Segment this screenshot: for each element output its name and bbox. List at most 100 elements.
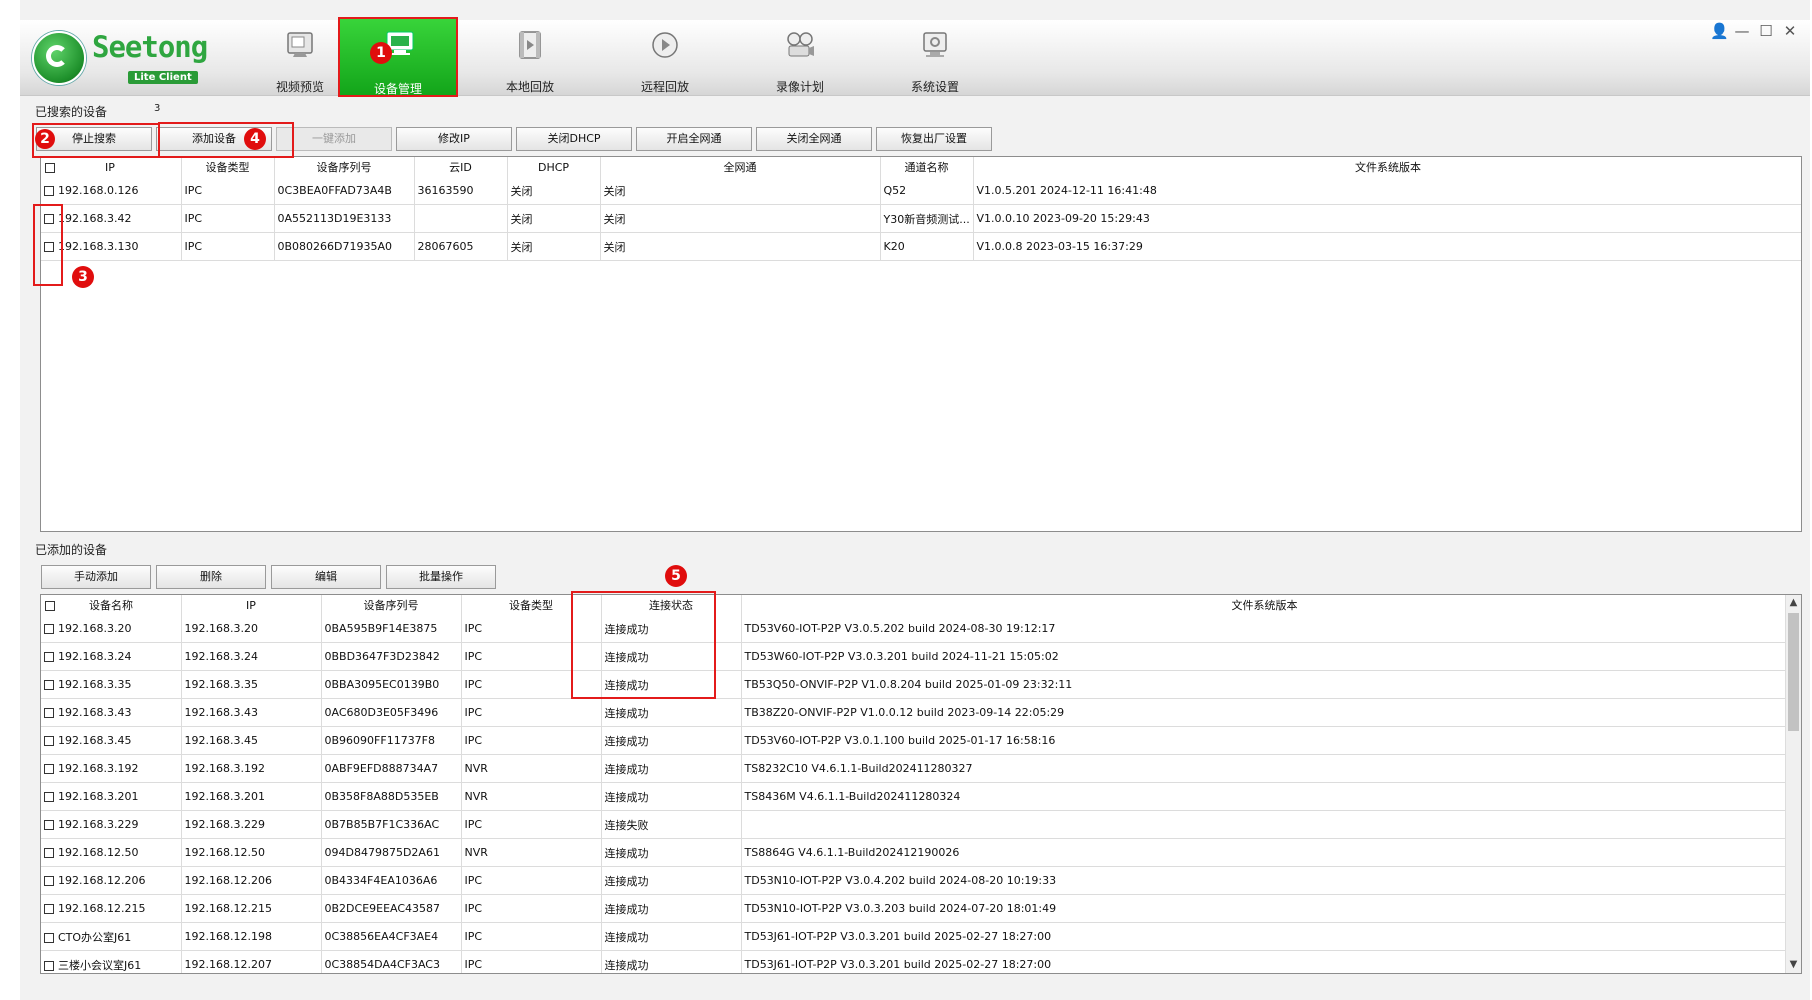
column-header-device-type[interactable]: 设备类型 [181,157,275,177]
column-header-all-network[interactable]: 全网通 [600,157,881,177]
maximize-icon[interactable]: ☐ [1758,22,1774,40]
row-checkbox[interactable] [44,764,54,774]
video-preview-icon [284,30,316,60]
table-header-row: 设备名称 IP 设备序列号 设备类型 连接状态 文件系统版本 [41,595,1789,615]
column-header-serial[interactable]: 设备序列号 [321,595,462,615]
table-row[interactable]: 192.168.3.43 192.168.3.43 0AC680D3E05F3496… [41,698,1789,727]
column-header-ip[interactable]: IP [41,157,182,177]
row-checkbox[interactable] [44,848,54,858]
row-checkbox[interactable] [44,904,54,914]
column-header-ip[interactable]: IP [181,595,322,615]
column-header-firmware[interactable]: 文件系统版本 [973,157,1801,177]
table-row[interactable]: 192.168.3.201 192.168.3.201 0B358F8A88D535… [41,782,1789,811]
scroll-up-icon[interactable]: ▲ [1786,595,1801,611]
table-cell: 0B080266D71935A0 [274,232,415,261]
column-header-serial[interactable]: 设备序列号 [274,157,415,177]
row-checkbox[interactable] [44,932,54,943]
table-cell: TD53V60-IOT-P2P V3.0.5.202 build 2024-08… [741,615,1789,643]
disable-all-network-button[interactable]: 关闭全网通 [756,127,872,151]
column-header-device-type[interactable]: 设备类型 [461,595,602,615]
close-icon[interactable]: ✕ [1782,22,1798,40]
manual-add-button[interactable]: 手动添加 [41,565,151,589]
row-checkbox[interactable] [44,680,54,690]
table-cell: 0AC680D3E05F3496 [321,698,462,727]
row-checkbox[interactable] [44,624,54,634]
minimize-icon[interactable]: — [1734,22,1750,40]
table-row[interactable]: 三楼小会议室J61 192.168.12.207 0C38854DA4CF3AC3 I… [41,950,1789,973]
row-checkbox[interactable] [44,186,54,196]
table-row[interactable]: 192.168.3.229 192.168.3.229 0B7B85B7F1C336… [41,810,1789,839]
logo-name: Seetong [92,30,208,64]
table-cell: 192.168.3.24 [41,642,182,671]
select-all-checkbox[interactable] [45,162,55,173]
table-row[interactable]: 192.168.12.206 192.168.12.206 0B4334F4EA10… [41,866,1789,895]
row-checkbox[interactable] [44,652,54,662]
tab-remote-playback[interactable]: 远程回放 [605,20,725,95]
row-checkbox[interactable] [44,792,54,802]
column-header-connection-status[interactable]: 连接状态 [601,595,742,615]
table-cell: IPC [461,615,602,643]
app-window: Seetong Lite Client 视频预览 设备管理 本地回放 远程回放 … [20,0,1810,1000]
table-cell: 192.168.3.229 [41,810,182,839]
table-row[interactable]: 192.168.3.35 192.168.3.35 0BBA3095EC0139B0… [41,670,1789,699]
row-checkbox[interactable] [44,214,54,224]
one-click-add-button[interactable]: 一键添加 [276,127,392,151]
scrollbar-thumb[interactable] [1788,613,1799,731]
column-header-device-name[interactable]: 设备名称 [41,595,182,615]
select-all-checkbox[interactable] [45,601,55,611]
table-row[interactable]: 192.168.3.24 192.168.3.24 0BBD3647F3D23842… [41,642,1789,671]
table-cell: 0BBD3647F3D23842 [321,642,462,671]
row-checkbox[interactable] [44,820,54,830]
edit-button[interactable]: 编辑 [271,565,381,589]
table-row[interactable]: 192.168.3.20 192.168.3.20 0BA595B9F14E3875… [41,615,1789,643]
table-row[interactable]: 192.168.3.42 IPC 0A552113D19E3133 关闭 关闭 Y30新音… [41,204,1801,233]
modify-ip-button[interactable]: 修改IP [396,127,512,151]
tab-system-settings[interactable]: 系统设置 [875,20,995,95]
factory-reset-button[interactable]: 恢复出厂设置 [876,127,992,151]
user-icon[interactable]: 👤 [1710,22,1729,40]
table-cell: 0B96090FF11737F8 [321,726,462,755]
added-devices-table: 设备名称 IP 设备序列号 设备类型 连接状态 文件系统版本 192.168.3… [40,594,1802,974]
seetong-logo: Seetong Lite Client [32,28,222,88]
column-header-cloud-id[interactable]: 云ID [414,157,508,177]
vertical-scrollbar[interactable]: ▲ ▼ [1785,595,1801,973]
scroll-down-icon[interactable]: ▼ [1786,957,1801,973]
delete-button[interactable]: 删除 [156,565,266,589]
table-cell: IPC [461,670,602,699]
row-checkbox[interactable] [44,242,54,252]
column-header-channel-name[interactable]: 通道名称 [880,157,974,177]
table-cell: 连接成功 [601,866,742,895]
table-row[interactable]: 192.168.3.130 IPC 0B080266D71935A0 28067605… [41,232,1801,261]
row-checkbox[interactable] [44,876,54,886]
window-controls: 👤 — ☐ ✕ [1710,22,1798,40]
table-row[interactable]: 192.168.12.215 192.168.12.215 0B2DCE9EEAC4… [41,894,1789,923]
tab-device-management[interactable]: 设备管理 [338,17,458,97]
row-checkbox[interactable] [44,708,54,718]
table-cell: TD53J61-IOT-P2P V3.0.3.201 build 2025-02… [741,950,1789,973]
row-checkbox[interactable] [44,736,54,746]
cell-text: 192.168.3.43 [58,706,132,719]
disable-dhcp-button[interactable]: 关闭DHCP [516,127,632,151]
table-row[interactable]: 192.168.12.50 192.168.12.50 094D8479875D2A… [41,838,1789,867]
table-cell: 28067605 [414,232,508,261]
enable-all-network-button[interactable]: 开启全网通 [636,127,752,151]
tab-local-playback[interactable]: 本地回放 [470,20,590,95]
table-cell: 连接成功 [601,838,742,867]
column-header-firmware[interactable]: 文件系统版本 [741,595,1789,615]
row-checkbox[interactable] [44,960,54,971]
local-playback-icon [514,30,546,60]
table-cell: 三楼小会议室J61 [41,950,182,973]
table-cell: 连接成功 [601,726,742,755]
table-row[interactable]: 192.168.3.45 192.168.3.45 0B96090FF11737F8… [41,726,1789,755]
tab-recording-plan[interactable]: 录像计划 [740,20,860,95]
table-cell: 关闭 [600,232,881,261]
table-cell: 0B4334F4EA1036A6 [321,866,462,895]
table-cell: 192.168.3.20 [181,615,322,643]
table-row[interactable]: CTO办公室J61 192.168.12.198 0C38856EA4CF3AE4 I… [41,922,1789,951]
column-header-dhcp[interactable]: DHCP [507,157,601,177]
table-cell: 192.168.3.192 [181,754,322,783]
batch-operation-button[interactable]: 批量操作 [386,565,496,589]
table-row[interactable]: 192.168.0.126 IPC 0C3BEA0FFAD73A4B 36163590… [41,177,1801,205]
table-cell: 关闭 [507,232,601,261]
table-row[interactable]: 192.168.3.192 192.168.3.192 0ABF9EFD888734… [41,754,1789,783]
